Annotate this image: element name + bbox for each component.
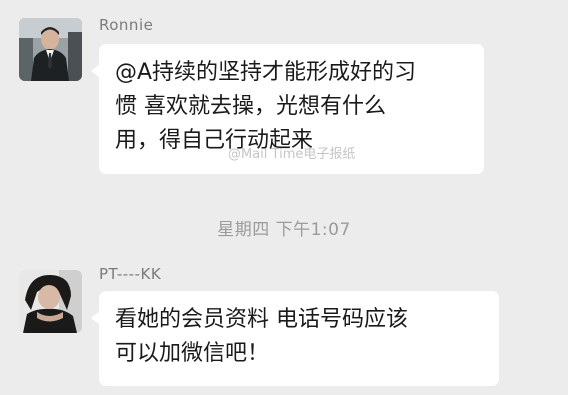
avatar-ronnie[interactable]: [19, 18, 82, 81]
message-line: @A持续的坚持才能形成好的习: [115, 60, 417, 85]
message-bubble[interactable]: 看她的会员资料 电话号码应该 可以加微信吧！: [91, 291, 499, 386]
avatar-ronnie-image: [19, 18, 82, 81]
message-line: 可以加微信吧！: [115, 341, 270, 366]
sender-name: PT----KK: [99, 265, 162, 283]
message-line: 看她的会员资料 电话号码应该: [115, 307, 408, 332]
message-line: 惯 喜欢就去操，光想有什么: [115, 94, 386, 119]
sender-name: Ronnie: [99, 16, 154, 34]
watermark: @Mail Time电子报纸: [228, 147, 356, 162]
avatar-ptkk-image: [19, 270, 82, 333]
timestamp-divider: 星期四 下午1:07: [217, 220, 351, 240]
chat-view: Ronnie @A持续的坚持才能形成好的习 惯 喜欢就去操，光想有什么 用，得自…: [0, 0, 568, 395]
avatar-ptkk[interactable]: [19, 270, 82, 333]
